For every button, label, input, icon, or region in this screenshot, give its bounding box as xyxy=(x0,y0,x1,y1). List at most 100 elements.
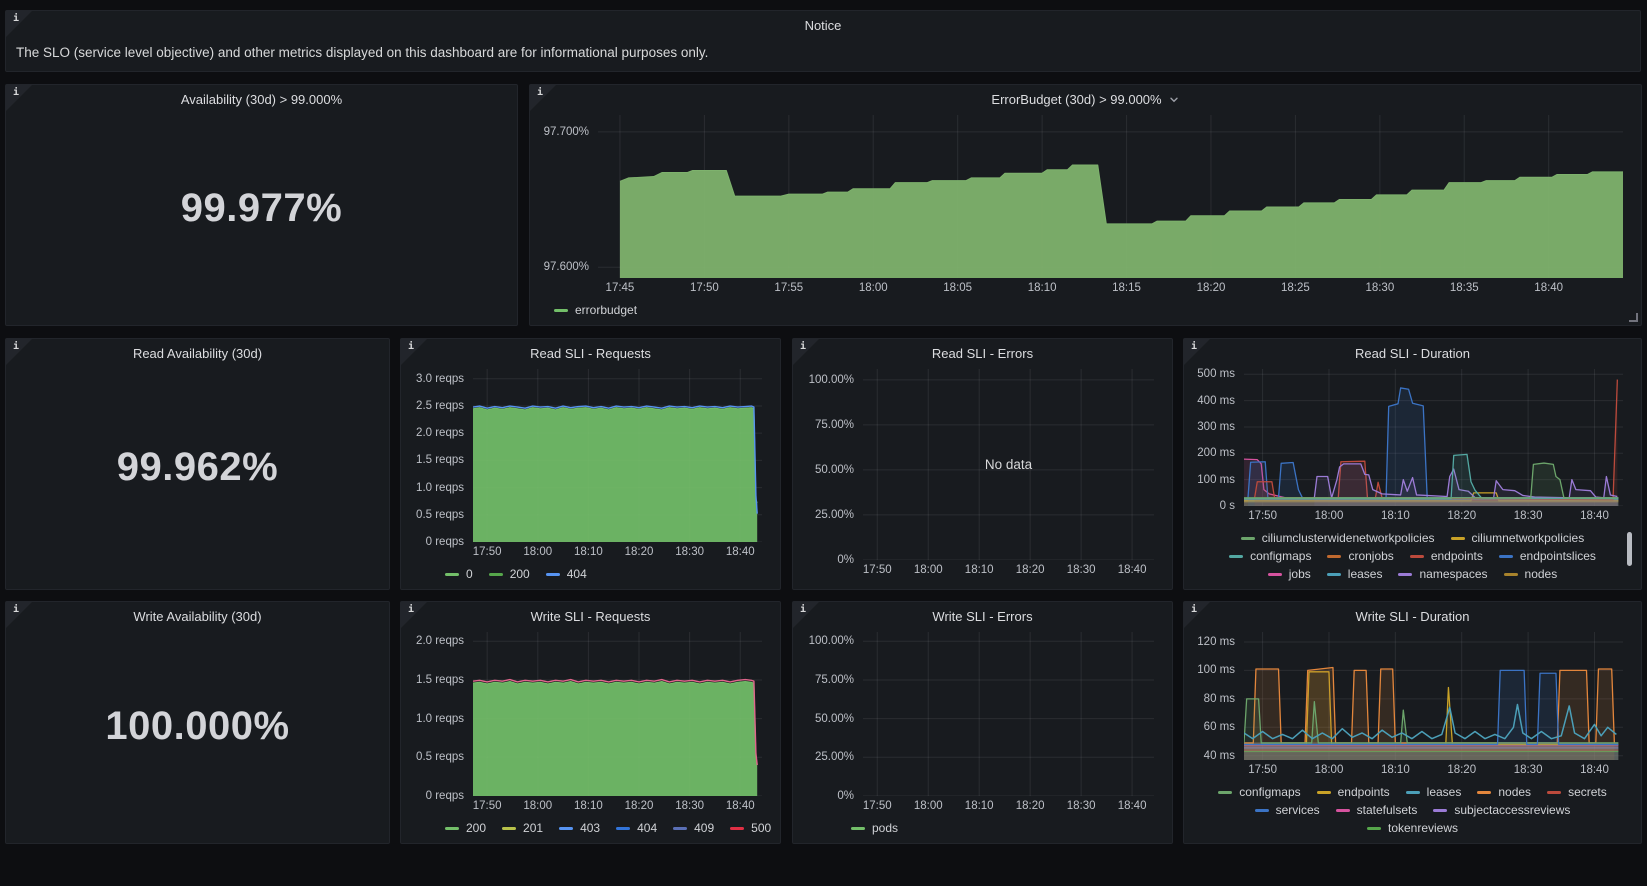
plot-area[interactable] xyxy=(863,632,1154,796)
legend-series-color-dash xyxy=(554,308,568,312)
legend-series-color-dash xyxy=(502,826,517,830)
legend-item-endpoints[interactable]: endpoints xyxy=(1409,549,1483,563)
info-icon: i xyxy=(800,604,807,615)
x-tick-label: 18:40 xyxy=(1117,800,1147,812)
legend-series-color-dash xyxy=(1398,572,1413,576)
legend-item-ciliumclusterwidenetworkpolicies[interactable]: ciliumclusterwidenetworkpolicies xyxy=(1240,531,1435,545)
legend-item-200[interactable]: 200 xyxy=(445,821,486,835)
x-axis: 17:50 18:00 18:10 18:20 18:30 18:40 xyxy=(473,796,762,816)
resize-handle[interactable] xyxy=(1629,313,1638,322)
legend-item-nodes[interactable]: nodes xyxy=(1503,567,1557,581)
panel-title[interactable]: Read SLI - Errors xyxy=(793,339,1172,367)
legend-item-409[interactable]: 409 xyxy=(673,821,714,835)
legend-item-pods[interactable]: pods xyxy=(851,821,898,835)
y-tick-label: 25.00% xyxy=(814,751,854,764)
legend-item-configmaps[interactable]: configmaps xyxy=(1218,785,1301,799)
panel-errorbudget: i ErrorBudget (30d) > 99.000% 97.600% 97.… xyxy=(529,84,1642,326)
x-tick-label: 18:10 xyxy=(574,800,603,812)
legend-scrollbar-thumb[interactable] xyxy=(1627,532,1632,566)
y-tick-label: 120 ms xyxy=(1197,635,1235,648)
legend-item-200[interactable]: 200 xyxy=(488,567,530,581)
legend-item-endpointslices[interactable]: endpointslices xyxy=(1498,549,1596,563)
panel-title[interactable]: Write Availability (30d) xyxy=(6,602,389,630)
panel-write-sli-duration: i Write SLI - Duration 40 ms 60 ms 80 ms 10… xyxy=(1183,601,1642,844)
y-tick-label: 25.00% xyxy=(814,508,854,521)
legend-item-404[interactable]: 404 xyxy=(545,567,587,581)
x-tick-label: 18:00 xyxy=(1314,764,1344,776)
legend-item-leases[interactable]: leases xyxy=(1405,785,1461,799)
y-tick-label: 0 s xyxy=(1219,500,1235,512)
plot-area[interactable] xyxy=(598,115,1623,278)
panel-title[interactable]: ErrorBudget (30d) > 99.000% xyxy=(530,85,1641,113)
legend-item-cronjobs[interactable]: cronjobs xyxy=(1327,549,1394,563)
x-tick-label: 18:10 xyxy=(964,564,994,576)
legend-item-nodes[interactable]: nodes xyxy=(1477,785,1531,799)
x-tick-label: 18:20 xyxy=(1447,764,1477,776)
x-tick-label: 18:20 xyxy=(624,546,654,558)
legend-item-jobs[interactable]: jobs xyxy=(1267,567,1311,581)
legend-item-services[interactable]: services xyxy=(1254,803,1320,817)
info-icon: i xyxy=(408,341,415,352)
legend-item-403[interactable]: 403 xyxy=(559,821,600,835)
x-tick-label: 18:10 xyxy=(1027,282,1057,294)
legend-item-500[interactable]: 500 xyxy=(730,821,771,835)
legend-item-ciliumnetworkpolicies[interactable]: ciliumnetworkpolicies xyxy=(1450,531,1584,545)
legend-series-color-dash xyxy=(1267,572,1282,576)
panel-title[interactable]: Write SLI - Requests xyxy=(401,602,780,630)
legend-item-0[interactable]: 0 xyxy=(445,567,473,581)
panel-title[interactable]: Read SLI - Duration xyxy=(1184,339,1641,367)
legend-item-subjectaccessreviews[interactable]: subjectaccessreviews xyxy=(1433,803,1570,817)
x-axis: 17:50 18:00 18:10 18:20 18:30 18:40 xyxy=(1244,760,1623,780)
stat-value: 99.977% xyxy=(180,186,343,231)
legend-item-namespaces[interactable]: namespaces xyxy=(1398,567,1488,581)
panel-title[interactable]: Read SLI - Requests xyxy=(401,339,780,367)
panel-title-text: Write SLI - Errors xyxy=(932,608,1033,624)
y-tick-label: 300 ms xyxy=(1197,420,1235,433)
x-tick-label: 18:40 xyxy=(1580,764,1609,776)
legend-series-color-dash xyxy=(851,826,865,830)
y-tick-label: 80 ms xyxy=(1203,692,1235,705)
legend: configmaps endpoints leases nodes secrets ser… xyxy=(1192,780,1633,837)
plot-area[interactable] xyxy=(473,369,762,542)
legend-series-color-dash xyxy=(1240,536,1255,540)
y-tick-label: 40 ms xyxy=(1203,749,1235,762)
legend-item-404[interactable]: 404 xyxy=(616,821,657,835)
info-icon: i xyxy=(1191,604,1198,615)
legend-item-errorbudget[interactable]: errorbudget xyxy=(554,303,637,317)
panel-title-text: Write SLI - Requests xyxy=(530,608,651,624)
legend-item-endpoints[interactable]: endpoints xyxy=(1316,785,1390,799)
panel-title[interactable]: Read Availability (30d) xyxy=(6,339,389,367)
panel-title[interactable]: Write SLI - Errors xyxy=(793,602,1172,630)
plot-area[interactable] xyxy=(1244,369,1623,506)
panel-title[interactable]: Write SLI - Duration xyxy=(1184,602,1641,630)
legend-series-color-dash xyxy=(1450,536,1465,540)
legend-series-color-dash xyxy=(559,826,574,830)
panel-title[interactable]: Availability (30d) > 99.000% xyxy=(6,85,517,113)
notice-body: The SLO (service level objective) and ot… xyxy=(16,45,709,60)
legend-item-leases[interactable]: leases xyxy=(1326,567,1382,581)
info-icon: i xyxy=(800,341,807,352)
legend-series-color-dash xyxy=(1433,808,1448,812)
panel-title[interactable]: Notice xyxy=(6,11,1640,39)
plot-area[interactable] xyxy=(473,632,762,796)
plot-area[interactable] xyxy=(1244,632,1623,760)
y-tick-label: 97.700% xyxy=(543,125,589,138)
x-tick-label: 18:30 xyxy=(1066,564,1096,576)
panel-title-text: ErrorBudget (30d) > 99.000% xyxy=(991,91,1162,107)
legend-item-tokenreviews[interactable]: tokenreviews xyxy=(1366,821,1458,835)
legend-item-201[interactable]: 201 xyxy=(502,821,543,835)
legend-series-color-dash xyxy=(488,572,503,576)
plot-area[interactable]: No data xyxy=(863,369,1154,560)
x-tick-label: 18:05 xyxy=(943,282,973,294)
legend-item-configmaps[interactable]: configmaps xyxy=(1229,549,1311,563)
x-tick-label: 18:30 xyxy=(675,546,704,558)
y-axis: 0 reqps 0.5 reqps 1.0 reqps 1.5 reqps 2.0 re… xyxy=(409,632,473,802)
legend-item-secrets[interactable]: secrets xyxy=(1547,785,1607,799)
panel-title-text: Read SLI - Requests xyxy=(530,345,651,361)
x-tick-label: 18:00 xyxy=(913,564,943,576)
x-axis: 17:50 18:00 18:10 18:20 18:30 18:40 xyxy=(863,560,1154,580)
y-tick-label: 1.5 reqps xyxy=(416,454,464,467)
panel-title-text: Write Availability (30d) xyxy=(133,608,262,624)
x-axis: 17:50 18:00 18:10 18:20 18:30 18:40 xyxy=(473,542,762,562)
legend-item-statefulsets[interactable]: statefulsets xyxy=(1335,803,1417,817)
